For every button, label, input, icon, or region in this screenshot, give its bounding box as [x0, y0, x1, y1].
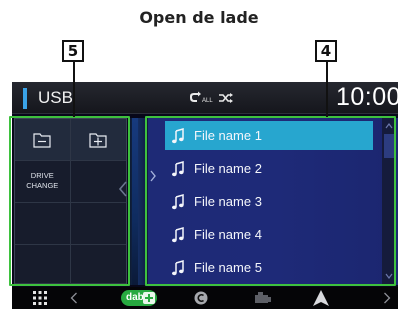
circle-c-icon	[194, 291, 208, 305]
source-label[interactable]: USB	[38, 88, 73, 108]
forward-button[interactable]	[378, 287, 396, 309]
callout-leader-4	[326, 62, 328, 117]
camera-icon	[255, 292, 271, 303]
callout-box-5	[9, 116, 130, 286]
bottom-nav-bar: dab	[12, 287, 398, 309]
forward-triangle-icon	[384, 292, 391, 304]
dab-source-button[interactable]: dab	[121, 290, 157, 306]
back-button[interactable]	[64, 287, 84, 309]
source-accent-bar	[23, 88, 27, 109]
navigation-button[interactable]	[309, 287, 333, 309]
callout-label-4: 4	[315, 40, 337, 62]
callout-leader-5	[73, 62, 75, 117]
repeat-all-icon[interactable]: ALL	[187, 91, 213, 105]
shuffle-icon[interactable]	[218, 91, 234, 105]
callout-label-5: 5	[62, 40, 84, 62]
dab-label: dab	[126, 292, 144, 303]
navigation-arrow-icon	[313, 290, 329, 306]
clock: 10:00	[335, 83, 398, 111]
page-title: Open de lade	[139, 8, 259, 27]
carplay-button[interactable]	[190, 287, 212, 309]
status-bar: USB ALL 10:00	[12, 82, 398, 114]
home-menu-button[interactable]	[28, 287, 52, 309]
svg-text:ALL: ALL	[202, 98, 213, 104]
dab-plus-icon	[143, 292, 155, 304]
callout-box-4	[145, 116, 396, 286]
camera-button[interactable]	[250, 287, 274, 309]
back-triangle-icon	[70, 292, 77, 304]
grid-menu-icon	[33, 291, 47, 305]
